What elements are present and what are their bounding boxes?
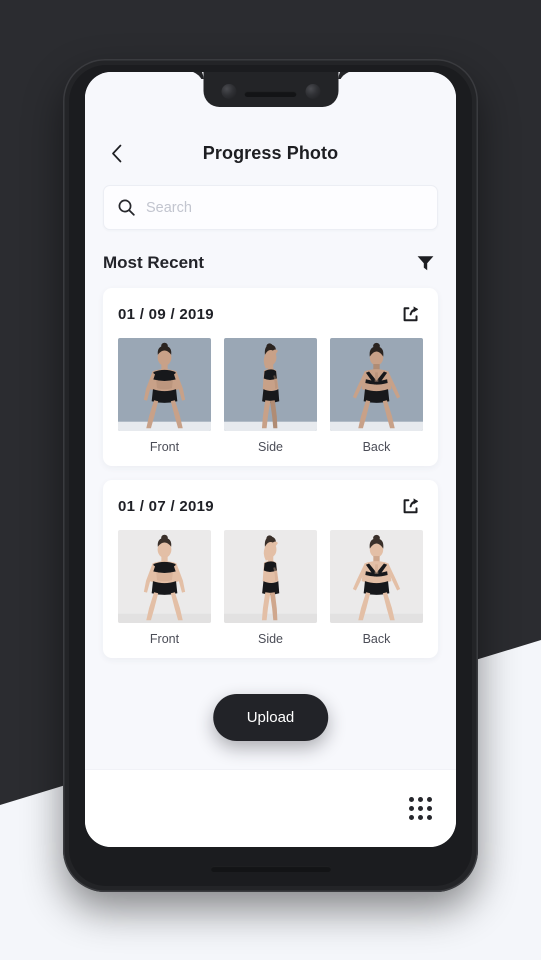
app-header: Progress Photo <box>85 127 456 179</box>
photo-cell: Side <box>224 530 317 646</box>
grid-dot <box>409 806 414 811</box>
photo-cards-list: 01 / 09 / 2019 Front Side Back 01 / 07 /… <box>85 288 456 658</box>
front-camera-secondary-icon <box>305 84 320 99</box>
page-title: Progress Photo <box>202 142 339 163</box>
app-container: Progress Photo Most Recent <box>85 72 456 847</box>
photo-row: Front Side Back <box>118 530 423 646</box>
progress-photo-image <box>330 530 423 623</box>
grid-dot <box>418 815 423 820</box>
photo-label: Back <box>362 632 391 646</box>
photo-thumbnail-front[interactable] <box>118 530 211 623</box>
progress-photo-image <box>224 338 317 431</box>
photo-label: Side <box>257 632 284 646</box>
search-input[interactable] <box>146 199 423 216</box>
photo-label: Front <box>149 440 180 454</box>
earpiece-speaker <box>244 91 297 97</box>
photo-card-header: 01 / 07 / 2019 <box>118 494 423 518</box>
section-header: Most Recent <box>85 230 456 288</box>
search-bar[interactable] <box>103 185 438 230</box>
photo-card: 01 / 09 / 2019 Front Side Back <box>103 288 438 466</box>
progress-photo-image <box>118 530 211 623</box>
share-button[interactable] <box>399 302 423 326</box>
back-button[interactable] <box>103 140 129 166</box>
grid-dot <box>427 797 432 802</box>
phone-device-frame: Progress Photo Most Recent <box>63 59 478 892</box>
search-icon <box>118 199 135 216</box>
grid-dot <box>418 806 423 811</box>
photo-cell: Side <box>224 338 317 454</box>
photo-cell: Front <box>118 530 211 646</box>
photo-card-date: 01 / 09 / 2019 <box>118 305 214 323</box>
photo-thumbnail-side[interactable] <box>224 338 317 431</box>
search-section <box>85 179 456 230</box>
photo-card: 01 / 07 / 2019 Front Side Back <box>103 480 438 658</box>
scroll-area[interactable]: Progress Photo Most Recent <box>85 72 456 769</box>
photo-card-header: 01 / 09 / 2019 <box>118 302 423 326</box>
front-camera-icon <box>221 84 236 99</box>
phone-notch <box>203 72 338 107</box>
share-button[interactable] <box>399 494 423 518</box>
progress-photo-image <box>330 338 423 431</box>
share-icon <box>403 498 419 514</box>
upload-button[interactable]: Upload <box>212 694 329 741</box>
apps-grid-icon[interactable] <box>409 797 432 820</box>
grid-dot <box>427 815 432 820</box>
photo-label: Back <box>362 440 391 454</box>
bottom-navigation-bar <box>85 769 456 847</box>
progress-photo-image <box>118 338 211 431</box>
progress-photo-image <box>224 530 317 623</box>
phone-screen: Progress Photo Most Recent <box>85 72 456 847</box>
photo-label: Front <box>149 632 180 646</box>
photo-card-date: 01 / 07 / 2019 <box>118 497 214 515</box>
photo-thumbnail-back[interactable] <box>330 530 423 623</box>
photo-row: Front Side Back <box>118 338 423 454</box>
photo-thumbnail-side[interactable] <box>224 530 317 623</box>
grid-dot <box>409 815 414 820</box>
photo-thumbnail-back[interactable] <box>330 338 423 431</box>
photo-cell: Back <box>330 338 423 454</box>
photo-cell: Front <box>118 338 211 454</box>
grid-dot <box>418 797 423 802</box>
photo-thumbnail-front[interactable] <box>118 338 211 431</box>
photo-label: Side <box>257 440 284 454</box>
share-icon <box>403 306 419 322</box>
filter-button[interactable] <box>412 250 438 276</box>
photo-cell: Back <box>330 530 423 646</box>
grid-dot <box>409 797 414 802</box>
bottom-speaker-grille <box>210 866 331 872</box>
section-title: Most Recent <box>103 253 205 272</box>
filter-funnel-icon <box>417 256 433 271</box>
chevron-left-icon <box>111 144 121 162</box>
grid-dot <box>427 806 432 811</box>
